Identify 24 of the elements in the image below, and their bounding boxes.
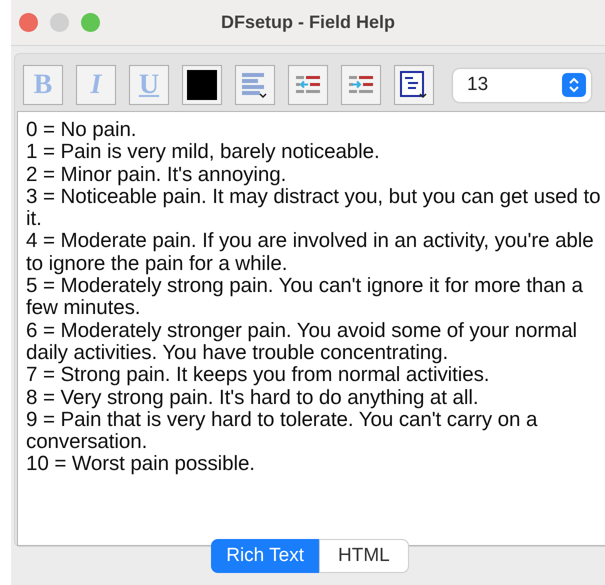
text-line: 7 = Strong pain. It keeps you from normal activities.	[26, 364, 490, 387]
font-size-select[interactable]: 13	[453, 68, 591, 102]
window-title: DFsetup - Field Help	[220, 12, 396, 33]
mode-tab[interactable]: Rich Text	[211, 539, 320, 573]
text-line: 0 = No pain.	[26, 119, 138, 142]
indent-icon	[347, 74, 375, 96]
text-line: 4 = Moderate pain. If you are involved in an activity, you're able to ignore the pain for a while.	[26, 230, 595, 276]
text-line: 1 = Pain is very mild, barely noticeable.	[26, 141, 381, 164]
mode-tab[interactable]: HTML	[319, 539, 409, 573]
text-line: 5 = Moderately strong pain. You can't ignore it for more than a few minutes.	[26, 275, 584, 320]
stepper-icon	[562, 73, 586, 97]
text-line: 3 = Noticeable pain. It may distract you, but you can get used to it.	[26, 186, 601, 230]
text-line: 10 = Worst pain possible.	[26, 453, 256, 476]
text-line: 9 = Pain that is very hard to tolerate. You can't carry on a conversation.	[26, 408, 538, 454]
close-button[interactable]	[19, 13, 38, 32]
text-color-button[interactable]	[182, 65, 222, 105]
outdent-button[interactable]	[288, 65, 328, 105]
outdent-icon	[294, 74, 322, 96]
list-button[interactable]	[394, 65, 434, 105]
text-line: 8 = Very strong pain. It's hard to do anything at all.	[26, 386, 480, 409]
text-line: 6 = Moderately stronger pain. You avoid some of your normal daily activities. You have trouble concentrating.	[26, 320, 578, 364]
text-line: 2 = Minor pain. It's annoying.	[26, 164, 288, 186]
indent-button[interactable]	[341, 65, 381, 105]
list-icon	[399, 70, 429, 100]
